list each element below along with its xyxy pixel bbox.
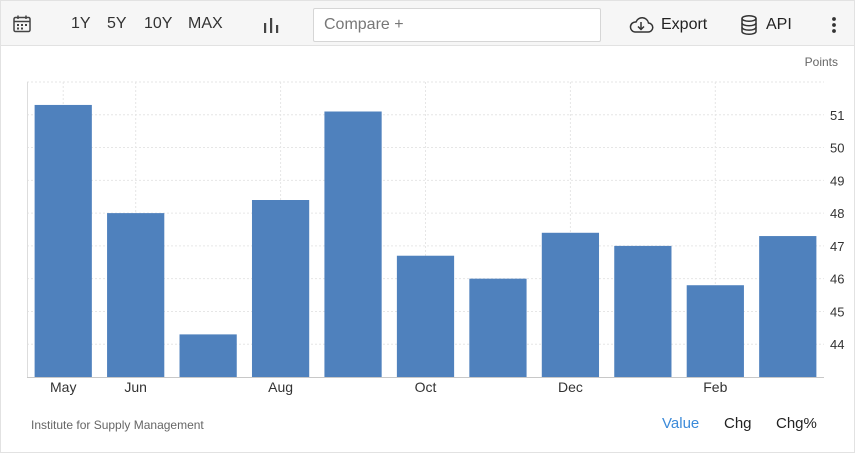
x-tick-label: Feb	[703, 379, 727, 395]
range-5y-button[interactable]: 5Y	[107, 15, 127, 33]
range-max-button[interactable]: MAX	[188, 15, 223, 33]
x-tick-label: Aug	[268, 379, 293, 395]
view-value-toggle[interactable]: Value	[662, 415, 699, 432]
calendar-icon[interactable]	[12, 14, 32, 34]
bar-feb[interactable]	[686, 285, 744, 377]
range-1y-button[interactable]: 1Y	[71, 15, 91, 33]
bar-mar[interactable]	[759, 236, 817, 377]
range-10y-button[interactable]: 10Y	[144, 15, 172, 33]
export-button[interactable]: Export	[628, 13, 707, 37]
api-button[interactable]: API	[739, 13, 792, 37]
x-tick-label: Jun	[124, 379, 147, 395]
y-tick-label: 49	[830, 173, 844, 188]
y-tick-label: 44	[830, 337, 844, 352]
compare-input[interactable]	[313, 8, 601, 42]
chart-panel: Points 44 45 46 47 48 49 50 51 May Jun Aug Oct Dec Fe…	[0, 46, 855, 453]
bar-oct[interactable]	[396, 255, 455, 377]
bar-sep[interactable]	[324, 111, 382, 378]
database-icon	[741, 14, 757, 36]
y-tick-label: 45	[830, 304, 844, 319]
bar-jan[interactable]	[614, 245, 672, 377]
bar-jul[interactable]	[179, 334, 237, 377]
api-label: API	[766, 16, 792, 33]
y-tick-label: 48	[830, 206, 844, 221]
bar-jun[interactable]	[107, 213, 165, 377]
y-tick-label: 47	[830, 239, 844, 254]
y-tick-label: 46	[830, 272, 844, 287]
chart-toolbar: 1Y 5Y 10Y MAX Export API	[0, 0, 855, 46]
x-tick-label: Dec	[558, 379, 583, 395]
bar-aug[interactable]	[251, 200, 310, 377]
bar-chart: 44 45 46 47 48 49 50 51 May Jun Aug Oct Dec Feb	[27, 81, 844, 395]
cloud-download-icon	[629, 16, 654, 33]
more-options-icon[interactable]	[824, 13, 844, 37]
bar-chart-icon[interactable]	[261, 15, 281, 35]
view-chgpct-toggle[interactable]: Chg%	[776, 415, 817, 432]
source-label[interactable]: Institute for Supply Management	[31, 418, 204, 432]
bar-dec[interactable]	[541, 232, 600, 377]
export-label: Export	[661, 16, 708, 33]
y-tick-label: 50	[830, 141, 844, 156]
y-tick-label: 51	[830, 108, 844, 123]
x-tick-label: Oct	[415, 379, 437, 395]
view-chg-toggle[interactable]: Chg	[724, 415, 752, 432]
x-tick-label: May	[50, 379, 76, 395]
bar-may[interactable]	[34, 104, 92, 377]
bar-nov[interactable]	[469, 278, 527, 377]
